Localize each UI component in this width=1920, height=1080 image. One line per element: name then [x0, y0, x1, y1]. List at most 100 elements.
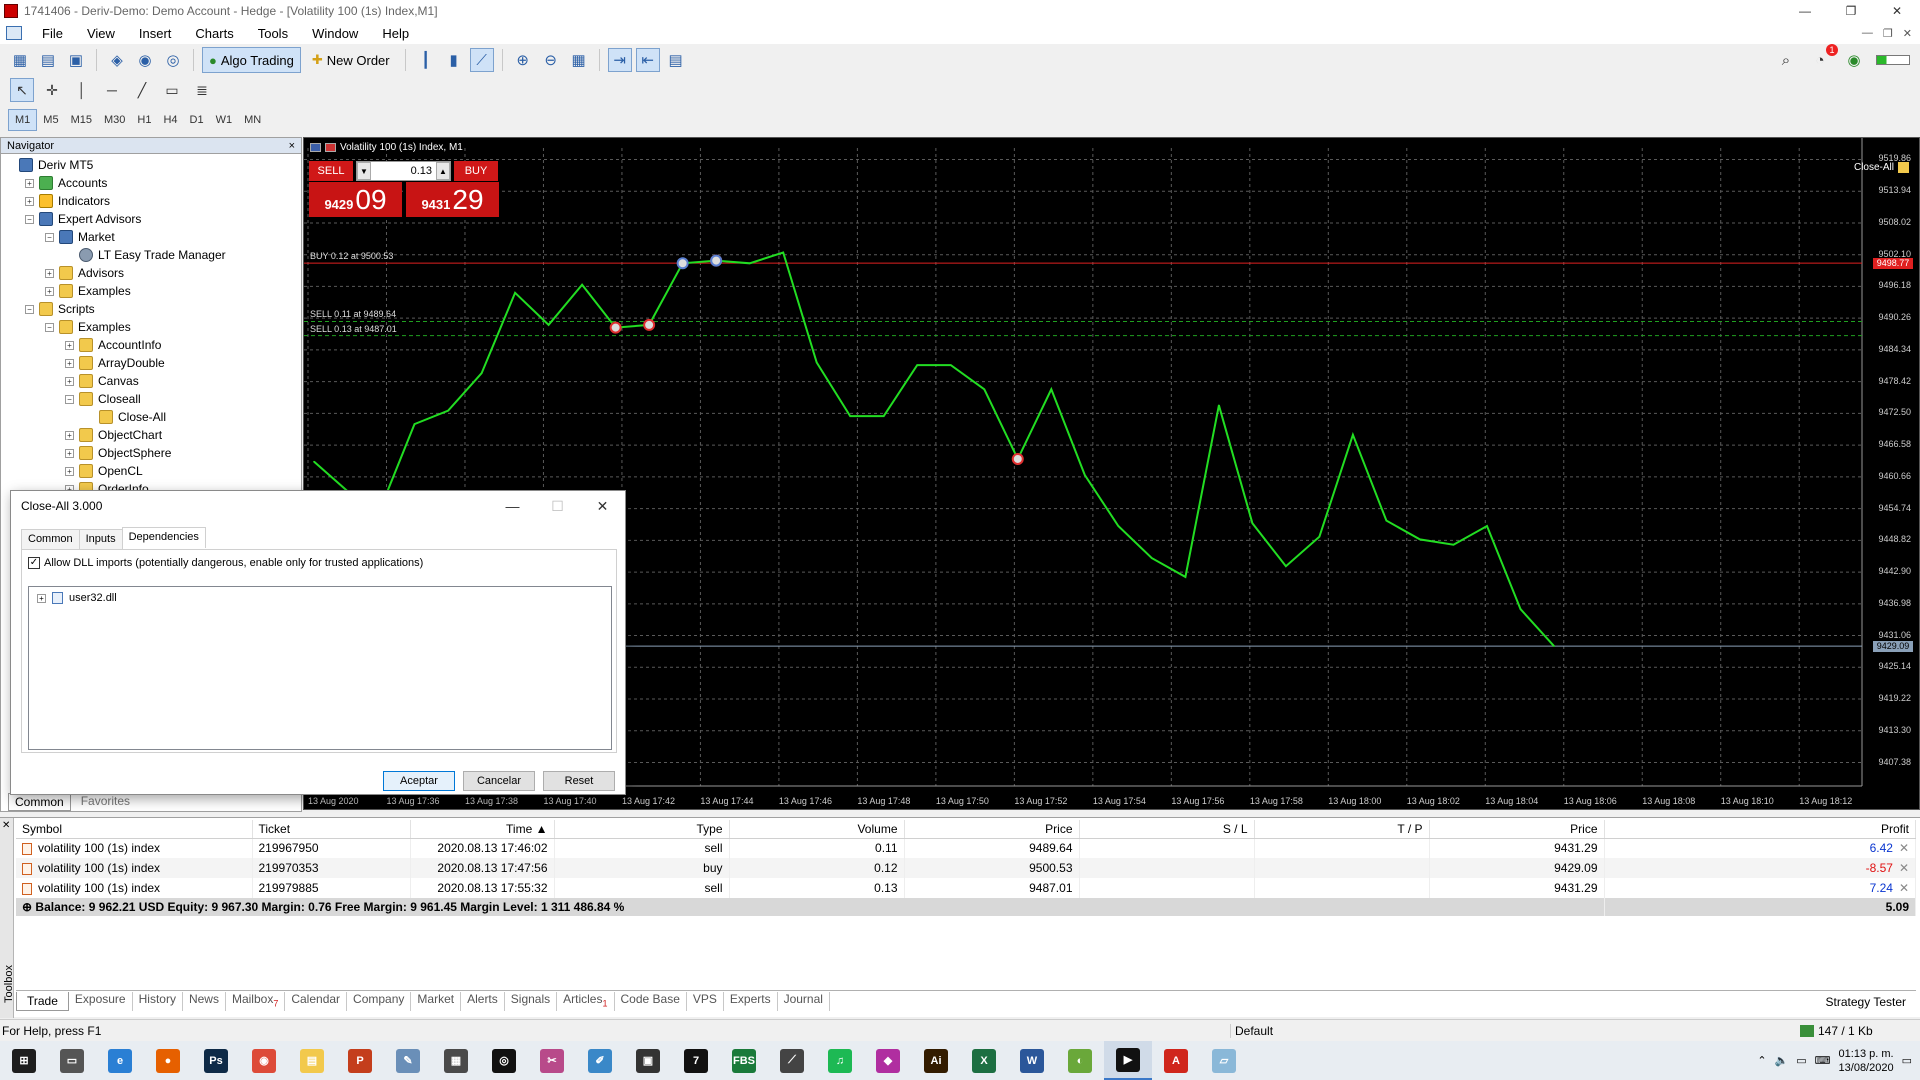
tab-inputs[interactable]: Inputs — [78, 529, 123, 550]
indicators-list-icon[interactable]: ▤ — [664, 48, 688, 72]
toolbox-tab-calendar[interactable]: Calendar — [285, 992, 348, 1011]
feather-icon[interactable]: ✎ — [384, 1041, 432, 1080]
toolbox-tab-vps[interactable]: VPS — [687, 992, 724, 1011]
col-type[interactable]: Type — [554, 820, 730, 839]
ok-button[interactable]: Aceptar — [383, 771, 455, 791]
tree-expander-icon[interactable]: + — [65, 340, 74, 350]
toolbox-tab-articles[interactable]: Articles1 — [557, 992, 615, 1011]
signals-icon[interactable]: ◎ — [161, 48, 185, 72]
navigator-item[interactable]: − Market — [45, 228, 115, 246]
tree-expander-icon[interactable]: + — [25, 178, 34, 188]
tray-expand-icon[interactable]: ⌃ — [1757, 1054, 1766, 1067]
mdi-close-icon[interactable]: ✕ — [1903, 27, 1912, 40]
trade-marker[interactable] — [609, 321, 622, 334]
close-position-icon[interactable]: ✕ — [1899, 841, 1909, 855]
volume-increase-icon[interactable]: ▲ — [436, 162, 450, 180]
dialog-close-button[interactable]: ✕ — [580, 491, 625, 521]
search-icon[interactable]: ⌕ — [1774, 48, 1798, 72]
code-icon[interactable]: ⟋ — [768, 1041, 816, 1080]
allow-dll-row[interactable]: ✓ Allow DLL imports (potentially dangero… — [28, 557, 423, 569]
timeframe-m15[interactable]: M15 — [65, 110, 98, 130]
volume-stepper[interactable]: ▼ 0.13 ▲ — [356, 161, 451, 181]
menu-view[interactable]: View — [75, 26, 127, 41]
navigator-item[interactable]: − Closeall — [65, 390, 141, 408]
navigator-item[interactable]: + AccountInfo — [65, 336, 161, 354]
navigator-item[interactable]: + ObjectChart — [65, 426, 162, 444]
toolbox-tab-mailbox[interactable]: Mailbox7 — [226, 992, 286, 1011]
buy-price[interactable]: 9431 29 — [406, 182, 499, 217]
action-center-icon[interactable]: ▭ — [1902, 1054, 1912, 1067]
maximize-button[interactable]: ❐ — [1828, 0, 1874, 22]
navigator-item[interactable]: + Indicators — [25, 192, 110, 210]
powerpoint-icon[interactable]: P — [336, 1041, 384, 1080]
vertical-line-icon[interactable]: │ — [70, 78, 94, 102]
dll-list[interactable]: + user32.dll — [28, 586, 612, 750]
mdi-restore-icon[interactable]: ❐ — [1883, 27, 1893, 40]
navigator-icon[interactable]: ◉ — [133, 48, 157, 72]
col-volume[interactable]: Volume — [729, 820, 905, 839]
acrobat-icon[interactable]: A — [1152, 1041, 1200, 1080]
menu-tools[interactable]: Tools — [246, 26, 300, 41]
photoshop-icon[interactable]: Ps — [192, 1041, 240, 1080]
cell-tp[interactable] — [1254, 858, 1430, 878]
summary-expand-icon[interactable]: ⊕ — [22, 900, 32, 914]
trade-marker[interactable] — [1011, 452, 1024, 465]
menu-file[interactable]: File — [30, 26, 75, 41]
new-chart-icon[interactable]: ▦ — [8, 48, 32, 72]
menu-charts[interactable]: Charts — [183, 26, 245, 41]
tile-windows-icon[interactable]: ▦ — [567, 48, 591, 72]
col-tp[interactable]: T / P — [1254, 820, 1430, 839]
navigator-item[interactable]: − Scripts — [25, 300, 95, 318]
navigator-close-icon[interactable]: × — [289, 140, 295, 152]
candlestick-icon[interactable]: ▮ — [442, 48, 466, 72]
profiles-icon[interactable]: ▤ — [36, 48, 60, 72]
tree-expander-icon[interactable]: + — [65, 376, 74, 386]
reset-button[interactable]: Reset — [543, 771, 615, 791]
templates-icon[interactable]: ▣ — [64, 48, 88, 72]
timeframe-w1[interactable]: W1 — [210, 110, 239, 130]
toolbox-tab-signals[interactable]: Signals — [505, 992, 558, 1011]
cell-sl[interactable] — [1079, 858, 1255, 878]
task-view-icon[interactable]: ▭ — [48, 1041, 96, 1080]
notifications-icon[interactable]: ◔ 1 — [1808, 44, 1838, 72]
tab-common[interactable]: Common — [21, 529, 80, 550]
cancel-button[interactable]: Cancelar — [463, 771, 535, 791]
allow-dll-checkbox[interactable]: ✓ — [28, 557, 40, 569]
close-all-script-label[interactable]: Close-All — [1854, 162, 1909, 173]
timeframe-m5[interactable]: M5 — [37, 110, 64, 130]
toolbox-tab-journal[interactable]: Journal — [778, 992, 830, 1011]
cell-sl[interactable] — [1079, 838, 1255, 858]
close-position-icon[interactable]: ✕ — [1899, 861, 1909, 875]
tree-expander-icon[interactable]: + — [45, 268, 54, 278]
new-order-button[interactable]: ✚ New Order — [305, 47, 397, 73]
toolbox-tab-trade[interactable]: Trade — [16, 992, 69, 1011]
navigator-item[interactable]: + ArrayDouble — [65, 354, 165, 372]
toolbox-tab-code-base[interactable]: Code Base — [615, 992, 687, 1011]
line-chart-icon[interactable]: ⟋ — [469, 48, 494, 72]
mdi-minimize-icon[interactable]: — — [1862, 27, 1873, 40]
sticky-icon[interactable]: ▣ — [624, 1041, 672, 1080]
menu-help[interactable]: Help — [370, 26, 421, 41]
shapes-icon[interactable]: ▭ — [160, 78, 184, 102]
col-current-price[interactable]: Price — [1429, 820, 1605, 839]
navigator-item[interactable]: Deriv MT5 — [5, 156, 93, 174]
tab-dependencies[interactable]: Dependencies — [121, 527, 206, 548]
cursor-icon[interactable]: ↖ — [10, 78, 34, 102]
tree-expander-icon[interactable]: + — [65, 358, 74, 368]
cell-tp[interactable] — [1254, 878, 1430, 898]
menu-window[interactable]: Window — [300, 26, 370, 41]
tool-icon[interactable]: ✂ — [528, 1041, 576, 1080]
file-explorer-icon[interactable]: ▤ — [288, 1041, 336, 1080]
brush-icon[interactable]: ✐ — [576, 1041, 624, 1080]
metatrader-icon[interactable]: ▶ — [1104, 1041, 1152, 1080]
zoom-out-icon[interactable]: ⊖ — [539, 48, 563, 72]
app-purple-icon[interactable]: ◆ — [864, 1041, 912, 1080]
crosshair-icon[interactable]: ✛ — [40, 78, 64, 102]
tree-expander-icon[interactable]: − — [25, 304, 34, 314]
timeframe-m1[interactable]: M1 — [8, 109, 38, 131]
navigator-item[interactable]: + Canvas — [65, 372, 139, 390]
clock[interactable]: 01:13 p. m. 13/08/2020 — [1839, 1047, 1894, 1075]
trade-marker[interactable] — [643, 318, 656, 331]
buy-button[interactable]: BUY — [454, 161, 498, 181]
toolbox-tab-company[interactable]: Company — [347, 992, 412, 1011]
